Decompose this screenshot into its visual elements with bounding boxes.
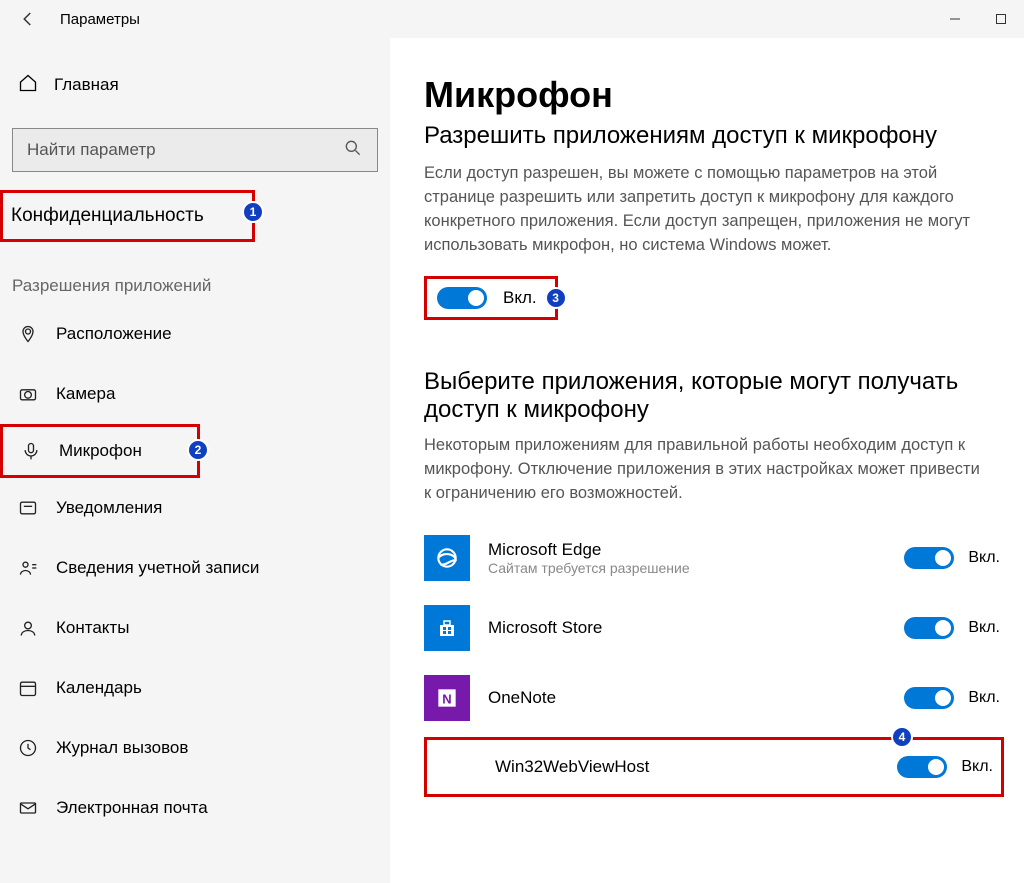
nav-item-calendar[interactable]: Календарь <box>0 658 390 718</box>
nav-item-email[interactable]: Электронная почта <box>0 778 390 838</box>
app-toggle-onenote[interactable] <box>904 687 954 709</box>
home-icon <box>18 73 38 98</box>
main-content: Микрофон Разрешить приложениям доступ к … <box>390 38 1024 883</box>
account-info-icon <box>16 558 40 578</box>
annotation-badge-2: 2 <box>187 439 209 461</box>
annotation-badge-1: 1 <box>242 201 264 223</box>
privacy-section-link[interactable]: Конфиденциальность <box>3 193 252 239</box>
titlebar: Параметры <box>0 0 1024 38</box>
contacts-icon <box>16 618 40 638</box>
sidebar: Главная Найти параметр Конфиденциальност… <box>0 38 390 883</box>
nav-item-camera[interactable]: Камера <box>0 364 390 424</box>
app-toggle-state: Вкл. <box>961 758 993 776</box>
annotation-badge-3: 3 <box>545 287 567 309</box>
app-row-onenote: N OneNote Вкл. <box>424 663 1004 733</box>
maximize-button[interactable] <box>978 3 1024 35</box>
location-icon <box>16 324 40 344</box>
master-toggle-state: Вкл. <box>503 288 537 308</box>
app-name: Win32WebViewHost <box>495 757 897 777</box>
maximize-icon <box>995 13 1007 25</box>
nav-item-contacts[interactable]: Контакты <box>0 598 390 658</box>
app-row-webview: Win32WebViewHost Вкл. <box>431 742 997 792</box>
onenote-app-icon: N <box>424 675 470 721</box>
window-title: Параметры <box>60 11 140 28</box>
webview-app-icon <box>431 744 477 790</box>
app-toggle-edge[interactable] <box>904 547 954 569</box>
camera-icon <box>16 384 40 404</box>
master-toggle[interactable] <box>437 287 487 309</box>
minimize-button[interactable] <box>932 3 978 35</box>
app-toggle-state: Вкл. <box>968 619 1000 637</box>
app-name: Microsoft Store <box>488 618 904 638</box>
allow-apps-heading: Разрешить приложениям доступ к микрофону <box>424 122 1004 150</box>
search-placeholder: Найти параметр <box>27 140 156 160</box>
call-history-icon <box>16 738 40 758</box>
nav-item-notifications[interactable]: Уведомления <box>0 478 390 538</box>
arrow-left-icon <box>19 10 37 28</box>
app-note: Сайтам требуется разрешение <box>488 560 904 576</box>
home-link[interactable]: Главная <box>0 60 390 110</box>
app-row-edge: Microsoft Edge Сайтам требуется разрешен… <box>424 523 1004 593</box>
calendar-icon <box>16 678 40 698</box>
permissions-group-title: Разрешения приложений <box>0 276 390 296</box>
svg-text:N: N <box>442 692 451 707</box>
app-row-store: Microsoft Store Вкл. <box>424 593 1004 663</box>
choose-apps-description: Некоторым приложениям для правильной раб… <box>424 434 984 506</box>
nav-item-callhistory[interactable]: Журнал вызовов <box>0 718 390 778</box>
app-toggle-state: Вкл. <box>968 549 1000 567</box>
store-app-icon <box>424 605 470 651</box>
notifications-icon <box>16 498 40 518</box>
minimize-icon <box>949 13 961 25</box>
allow-apps-description: Если доступ разрешен, вы можете с помощь… <box>424 162 984 258</box>
app-toggle-webview[interactable] <box>897 756 947 778</box>
nav-item-location[interactable]: Расположение <box>0 304 390 364</box>
search-input[interactable]: Найти параметр <box>12 128 378 172</box>
app-name: OneNote <box>488 688 904 708</box>
app-name: Microsoft Edge <box>488 540 904 560</box>
microphone-icon <box>19 441 43 461</box>
app-toggle-store[interactable] <box>904 617 954 639</box>
back-button[interactable] <box>14 5 42 33</box>
edge-app-icon <box>424 535 470 581</box>
nav-item-account-info[interactable]: Сведения учетной записи <box>0 538 390 598</box>
nav-item-microphone[interactable]: Микрофон <box>3 427 197 475</box>
home-label: Главная <box>54 75 119 95</box>
choose-apps-heading: Выберите приложения, которые могут получ… <box>424 368 1004 424</box>
search-icon <box>343 138 363 163</box>
email-icon <box>16 798 40 818</box>
page-title: Микрофон <box>424 74 1004 116</box>
app-toggle-state: Вкл. <box>968 689 1000 707</box>
